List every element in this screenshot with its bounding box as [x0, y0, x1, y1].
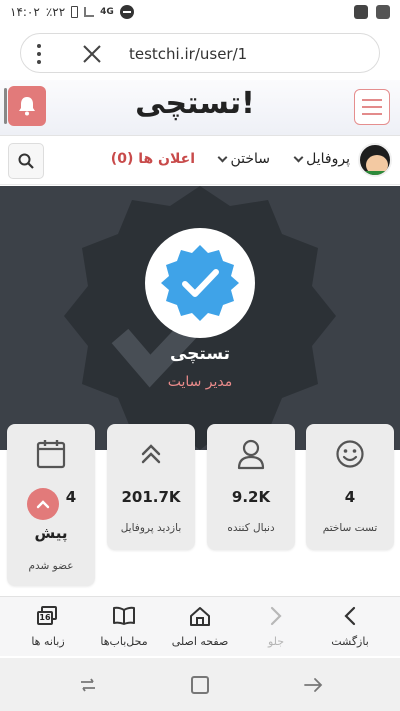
chevron-up-icon: [36, 500, 50, 509]
scroll-to-top-button[interactable]: [27, 488, 59, 520]
image-icon: [354, 5, 368, 19]
status-battery: ٪۲۲: [45, 5, 66, 19]
hamburger-menu-button[interactable]: [354, 89, 390, 125]
stat-label: تست ساختم: [322, 522, 378, 534]
stat-label: دنبال کننده: [227, 522, 275, 534]
system-navigation-bar: [0, 658, 400, 711]
nav-bar: پروفایل ساختن اعلان ها (0): [0, 137, 400, 185]
status-left: ۱۴:۰۲ ٪۲۲ 4G: [10, 5, 134, 19]
battery-icon: [71, 6, 79, 18]
back-label: بازگشت: [331, 635, 369, 648]
nav-profile[interactable]: پروفایل: [293, 151, 350, 167]
nav-build-label: ساختن: [230, 151, 270, 167]
tabs-button[interactable]: 16 زبانه ها: [8, 605, 88, 648]
smile-icon: [332, 436, 368, 472]
search-icon: [18, 153, 34, 169]
stat-card-followers[interactable]: 9.2K دنبال کننده: [207, 424, 295, 550]
search-button[interactable]: [8, 143, 44, 179]
signal-icon: [84, 7, 95, 17]
browser-toolbar: بازگشت جلو صفحه اصلی محل‌باب‌ها: [0, 596, 400, 656]
profile-role: مدیر سایت: [167, 374, 233, 390]
stat-value: 4: [344, 488, 356, 506]
stat-card-profile-views[interactable]: 201.7K بازدید پروفایل: [107, 424, 195, 550]
nav-build[interactable]: ساختن: [218, 151, 270, 167]
notification-bell-button[interactable]: [4, 86, 46, 126]
stat-value: 9.2K: [231, 488, 271, 506]
dnd-icon: [119, 5, 134, 19]
nav-notifications[interactable]: اعلان ها (0): [111, 151, 195, 167]
menu-line: [362, 99, 382, 101]
more-options-icon[interactable]: [37, 44, 41, 64]
stat-card-tests[interactable]: 4 تست ساختم: [306, 424, 394, 550]
nav-notifications-label: اعلان ها (0): [110, 151, 195, 167]
chevron-down-icon: [293, 152, 304, 162]
site-header: تستچی!: [0, 80, 400, 136]
book-icon: [113, 606, 135, 625]
forward-label: جلو: [267, 635, 285, 648]
stat-label: عضو شدم: [28, 560, 74, 572]
site-logo[interactable]: تستچی!: [120, 86, 270, 121]
status-right: [354, 5, 390, 19]
verified-badge-icon: [161, 245, 239, 321]
calendar-icon: [33, 436, 69, 472]
stat-since: پیش: [34, 524, 68, 542]
chevron-right-icon: [270, 606, 282, 626]
nav-profile-label: پروفایل: [306, 151, 350, 167]
address-bar[interactable]: testchi.ir/user/1: [20, 33, 380, 73]
stat-value: 201.7K: [121, 488, 181, 506]
forward-button[interactable]: جلو: [236, 605, 316, 648]
profile-badge: [145, 228, 255, 338]
double-chevron-up-icon: [133, 436, 169, 472]
bell-icon: [19, 97, 35, 116]
stat-value: 4: [65, 488, 77, 506]
back-arrow-icon[interactable]: [302, 676, 324, 694]
user-avatar[interactable]: [358, 143, 392, 177]
menu-line: [362, 106, 382, 108]
home-nav-button[interactable]: [191, 676, 209, 694]
back-button[interactable]: بازگشت: [310, 605, 390, 648]
chevron-down-icon: [218, 152, 228, 162]
status-bar: ۱۴:۰۲ ٪۲۲ 4G: [0, 0, 400, 28]
tabs-count: 16: [37, 611, 53, 625]
status-time: ۱۴:۰۲: [10, 5, 40, 19]
home-icon: [190, 607, 210, 626]
recents-icon[interactable]: [78, 676, 98, 694]
profile-name: تستچی: [169, 344, 231, 364]
tabs-label: زبانه ها: [31, 635, 65, 648]
chevron-left-icon: [344, 606, 356, 626]
profile-hero: تستچی مدیر سایت: [0, 186, 400, 450]
bookmarks-button[interactable]: محل‌باب‌ها: [84, 605, 164, 648]
bookmarks-label: محل‌باب‌ها: [100, 635, 148, 648]
app-icon: [376, 5, 390, 19]
home-label: صفحه اصلی: [171, 635, 229, 648]
tabs-icon: 16: [37, 606, 59, 626]
stat-label: بازدید پروفایل: [120, 522, 182, 534]
status-network: 4G: [100, 7, 114, 17]
menu-line: [362, 113, 382, 115]
home-button[interactable]: صفحه اصلی: [160, 605, 240, 648]
close-icon[interactable]: [81, 43, 103, 65]
url-text[interactable]: testchi.ir/user/1: [129, 45, 247, 63]
user-icon: [233, 436, 269, 472]
